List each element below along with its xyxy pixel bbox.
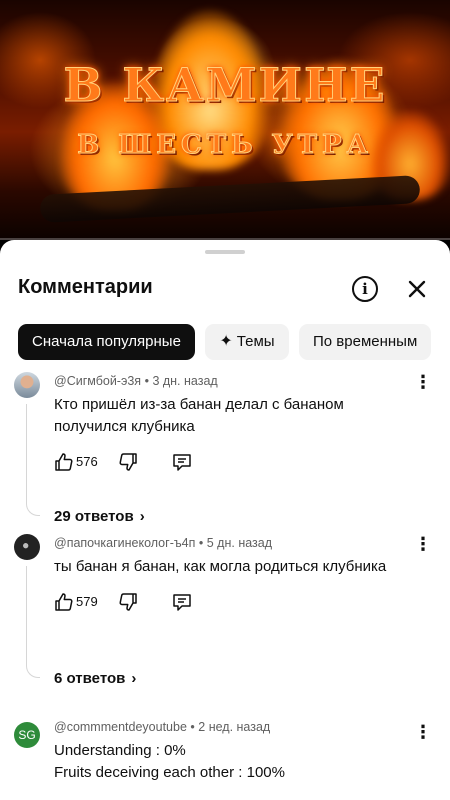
comment-time: 2 нед. назад	[198, 720, 271, 734]
avatar-initials: SG	[18, 728, 36, 742]
like-icon[interactable]	[54, 592, 74, 612]
dislike-icon[interactable]	[118, 452, 138, 472]
chip-popular[interactable]: Сначала популярные	[18, 324, 195, 360]
avatar[interactable]: SG	[14, 722, 40, 748]
avatar[interactable]	[14, 534, 40, 560]
info-icon[interactable]: i	[352, 276, 378, 302]
chip-topics[interactable]: ✦ Темы	[205, 324, 289, 360]
comments-sheet: Комментарии i Сначала популярные ✦ Темы П…	[0, 240, 450, 800]
dislike-icon[interactable]	[118, 592, 138, 612]
close-icon[interactable]	[404, 276, 430, 302]
sparkle-icon: ✦	[219, 333, 233, 350]
filter-chips: Сначала популярные ✦ Темы По временным	[18, 324, 437, 360]
reply-icon[interactable]	[172, 592, 192, 612]
replies-count: 6 ответов	[54, 670, 126, 687]
video-title-line1: В КАМИНЕ	[63, 58, 387, 113]
chevron-right-icon: ›	[131, 670, 137, 687]
chevron-right-icon: ›	[139, 508, 145, 525]
thread-line	[26, 566, 40, 678]
like-icon[interactable]	[54, 452, 74, 472]
chip-topics-label: Темы	[236, 333, 275, 350]
comment-text-line: Understanding : 0%	[54, 742, 186, 759]
comment-author[interactable]: @Сигмбой-э3я	[54, 374, 141, 388]
avatar[interactable]	[14, 372, 40, 398]
comment-text-line: ты банан я банан, как могла родиться клу…	[54, 558, 387, 575]
comment-text-line: получился клубника	[54, 418, 195, 435]
more-options-icon[interactable]: ⋮	[414, 372, 432, 393]
like-count: 579	[76, 594, 98, 609]
sheet-header: Комментарии i	[18, 276, 438, 302]
comment-meta: @commmentdeyoutube • 2 нед. назад	[54, 720, 270, 734]
more-options-icon[interactable]: ⋮	[414, 534, 432, 555]
reply-icon[interactable]	[172, 452, 192, 472]
comment-meta: @Сигмбой-э3я • 3 дн. назад	[54, 374, 218, 388]
comment-time: 5 дн. назад	[206, 536, 273, 550]
video-player[interactable]: В КАМИНЕ В ШЕСТЬ УТРА	[0, 0, 450, 240]
like-count: 576	[76, 454, 98, 469]
comment-text: Кто пришёл из-за банан делал с бананом п…	[54, 394, 424, 438]
comment-author[interactable]: @папочкагинеколог-ъ4п	[54, 536, 195, 550]
separator-dot: •	[144, 374, 149, 388]
comment-text: Understanding : 0% Fruits deceiving each…	[54, 740, 424, 784]
view-replies-button[interactable]: 6 ответов ›	[54, 670, 136, 687]
separator-dot: •	[190, 720, 195, 734]
video-title-line2: В ШЕСТЬ УТРА	[77, 130, 373, 161]
separator-dot: •	[198, 536, 204, 550]
thread-line	[26, 404, 40, 516]
comment-author[interactable]: @commmentdeyoutube	[54, 720, 187, 734]
comment-meta: @папочкагинеколог-ъ4п • 5 дн. назад	[54, 536, 272, 550]
comment-text: ты банан я банан, как могла родиться клу…	[54, 556, 424, 578]
view-replies-button[interactable]: 29 ответов ›	[54, 508, 145, 525]
chip-newest[interactable]: По временным	[299, 324, 432, 360]
comment-text-line: Кто пришёл из-за банан делал с бананом	[54, 396, 344, 413]
replies-count: 29 ответов	[54, 508, 134, 525]
drag-handle[interactable]	[205, 250, 245, 254]
comment-time: 3 дн. назад	[152, 374, 218, 388]
comment-text-line: Fruits deceiving each other : 100%	[54, 764, 285, 781]
